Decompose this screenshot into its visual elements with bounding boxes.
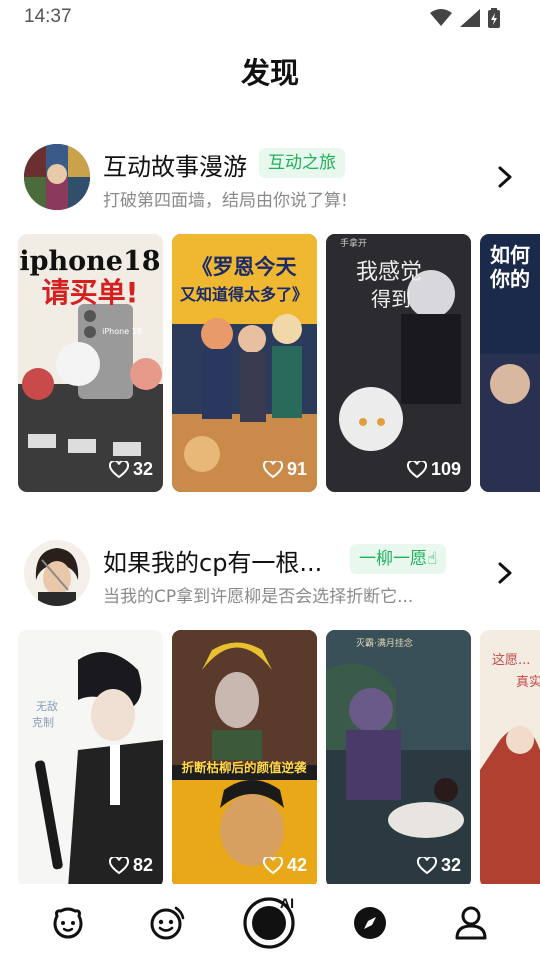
tab-home[interactable] <box>43 898 93 948</box>
story-card[interactable]: 折断枯柳后的颜值逆袭 42 <box>172 630 317 888</box>
heart-icon <box>262 856 283 874</box>
likes-count[interactable]: 42 <box>262 855 307 876</box>
svg-text:又知道得太多了》: 又知道得太多了》 <box>179 285 308 304</box>
svg-text:我感觉: 我感觉 <box>356 260 422 285</box>
section-tag: 一柳一愿☝ <box>350 544 447 574</box>
svg-text:AI: AI <box>280 895 294 911</box>
section-header[interactable]: 如果我的cp有一根... 一柳一愿☝ 当我的CP拿到许愿柳是否会选择折断它... <box>24 540 524 610</box>
svg-text:得到: 得到 <box>371 287 411 311</box>
section-subtitle: 当我的CP拿到许愿柳是否会选择折断它... <box>103 587 414 607</box>
svg-text:你的: 你的 <box>489 267 530 291</box>
likes-count[interactable]: 82 <box>108 855 153 876</box>
svg-text:真实: 真实 <box>516 675 540 690</box>
section-avatar <box>24 144 90 210</box>
chevron-right-icon[interactable] <box>494 560 516 586</box>
camera-ai-icon: AI <box>243 895 295 949</box>
section-header[interactable]: 互动故事漫游 互动之旅 打破第四面墙，结局由你说了算! <box>24 144 524 214</box>
likes-value: 91 <box>286 459 307 479</box>
story-card[interactable]: 无敌 克制 82 <box>18 630 163 888</box>
heart-icon <box>262 460 283 478</box>
story-card[interactable]: 灭霸·满月挂念 32 <box>326 630 471 888</box>
story-card-cover: 《罗恩今天 又知道得太多了》 <box>172 234 317 492</box>
chevron-right-icon[interactable] <box>494 164 516 190</box>
heart-icon <box>108 856 129 874</box>
section-subtitle: 打破第四面墙，结局由你说了算! <box>103 191 348 211</box>
likes-value: 32 <box>132 459 153 479</box>
battery-icon <box>488 8 500 28</box>
story-section-interactive: 互动故事漫游 互动之旅 打破第四面墙，结局由你说了算! iphone18 请买单… <box>0 144 540 494</box>
story-card-cover: 这愿... 真实 <box>480 630 540 888</box>
status-time: 14:37 <box>24 6 72 27</box>
svg-text:无敌: 无敌 <box>36 699 58 713</box>
svg-text:iPhone 18: iPhone 18 <box>102 327 142 336</box>
section-avatar <box>24 540 90 606</box>
status-icons <box>430 8 500 28</box>
svg-text:请买单!: 请买单! <box>42 276 139 309</box>
story-card-cover: iphone18 请买单! iPhone 18 <box>18 234 163 492</box>
wifi-icon <box>430 9 452 26</box>
tab-ai-camera[interactable]: AI <box>242 892 300 950</box>
signal-icon <box>460 9 480 27</box>
compass-icon <box>354 907 386 939</box>
page-title: 发现 <box>240 56 299 90</box>
tab-discover[interactable] <box>142 898 192 948</box>
status-bar: 14:37 <box>0 0 540 34</box>
likes-value: 32 <box>440 855 461 875</box>
story-card[interactable]: 这愿... 真实 <box>480 630 540 888</box>
bottom-tab-bar: AI <box>0 884 540 960</box>
svg-text:灭霸·满月挂念: 灭霸·满月挂念 <box>356 637 413 649</box>
heart-icon <box>416 856 437 874</box>
card-carousel[interactable]: iphone18 请买单! iPhone 18 32 《罗恩今天 又知道得太多了… <box>18 234 540 492</box>
story-card-cover: 无敌 克制 <box>18 630 163 888</box>
svg-text:克制: 克制 <box>32 716 54 729</box>
likes-count[interactable]: 32 <box>416 855 461 876</box>
card-carousel[interactable]: 无敌 克制 82 折断枯柳后的颜值逆袭 42 灭霸·满月挂念 32 这愿... … <box>18 630 540 888</box>
section-tag: 互动之旅 <box>259 148 345 178</box>
likes-value: 42 <box>286 855 307 875</box>
story-card-cover: 折断枯柳后的颜值逆袭 <box>172 630 317 888</box>
story-card[interactable]: iphone18 请买单! iPhone 18 32 <box>18 234 163 492</box>
story-card-cover: 如何 你的 <box>480 234 540 492</box>
svg-text:iphone18: iphone18 <box>19 246 160 277</box>
section-title: 互动故事漫游 <box>103 153 247 181</box>
svg-text:手拿开: 手拿开 <box>340 237 367 249</box>
home-face-icon <box>53 907 83 939</box>
likes-value: 82 <box>132 855 153 875</box>
tab-explore[interactable] <box>345 898 395 948</box>
story-card[interactable]: 手拿开 我感觉 得到 109 <box>326 234 471 492</box>
section-title: 如果我的cp有一根... <box>103 549 323 577</box>
likes-count[interactable]: 91 <box>262 459 307 480</box>
story-card[interactable]: 《罗恩今天 又知道得太多了》 91 <box>172 234 317 492</box>
svg-text:折断枯柳后的颜值逆袭: 折断枯柳后的颜值逆袭 <box>181 760 307 775</box>
likes-value: 109 <box>430 459 461 479</box>
story-card-cover: 灭霸·满月挂念 <box>326 630 471 888</box>
story-card[interactable]: 如何 你的 <box>480 234 540 492</box>
profile-icon <box>455 906 487 940</box>
svg-text:如何: 如何 <box>490 243 530 267</box>
story-section-cp: 如果我的cp有一根... 一柳一愿☝ 当我的CP拿到许愿柳是否会选择折断它...… <box>0 540 540 890</box>
heart-icon <box>406 460 427 478</box>
heart-icon <box>108 460 129 478</box>
likes-count[interactable]: 109 <box>406 459 461 480</box>
tab-profile[interactable] <box>446 898 496 948</box>
likes-count[interactable]: 32 <box>108 459 153 480</box>
story-card-cover: 手拿开 我感觉 得到 <box>326 234 471 492</box>
svg-text:《罗恩今天: 《罗恩今天 <box>192 255 298 279</box>
smile-icon <box>150 906 185 940</box>
svg-text:这愿...: 这愿... <box>492 652 530 668</box>
